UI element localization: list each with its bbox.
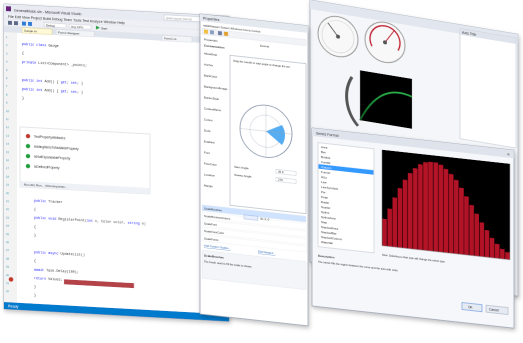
- test-results-panel: TestPropertyAttributesAddingItemsToNulla…: [19, 126, 151, 195]
- code-line: }: [34, 285, 36, 290]
- area-band: [484, 229, 490, 258]
- back-icon[interactable]: [8, 20, 12, 25]
- tab-form1-label: Form1.cs: [164, 36, 177, 41]
- area-band: [413, 168, 418, 250]
- area-band: [494, 243, 500, 259]
- start-angle-value: 35.0: [278, 170, 284, 175]
- area-band: [453, 179, 459, 255]
- screenshot-canvas: Axis Title GeneralMusic.sln - Microsoft …: [3, 0, 519, 329]
- save-icon[interactable]: [22, 21, 26, 26]
- sweep-angle-value: 270: [278, 178, 283, 183]
- chart-type-item[interactable]: Step: [321, 220, 327, 225]
- status-text: Ready: [8, 304, 19, 309]
- chart-type-item[interactable]: Line: [321, 180, 327, 185]
- chart-type-item[interactable]: HiLo: [321, 175, 327, 180]
- vs-logo-icon: [6, 6, 11, 12]
- area-band: [433, 162, 439, 252]
- chart-type-item[interactable]: Polar: [321, 195, 328, 200]
- code-line: {: [34, 259, 36, 264]
- events-icon[interactable]: [224, 31, 228, 37]
- ide-window: GeneralMusic.sln - Microsoft Visual Stud…: [3, 3, 230, 322]
- chart-type-item[interactable]: Bar: [321, 150, 326, 155]
- gallery-property-panel: Axis Title: [459, 28, 517, 149]
- area-band: [438, 164, 444, 253]
- categorized-icon[interactable]: [204, 29, 208, 34]
- properties-icon[interactable]: [218, 30, 222, 36]
- code-line: {: [34, 224, 36, 229]
- config-label: Debug: [46, 23, 55, 28]
- dialog-close-icon[interactable]: ✕: [507, 152, 510, 156]
- area-band: [459, 187, 464, 255]
- area-band: [474, 213, 479, 257]
- code-line: }: [34, 233, 36, 238]
- forward-icon[interactable]: [14, 21, 18, 26]
- series-format-dialog: Series Format ✕ AreaBarBubbleCandleColum…: [311, 127, 515, 329]
- area-band: [428, 161, 433, 252]
- chart-type-item[interactable]: Area: [321, 145, 328, 150]
- save-all-icon[interactable]: [28, 21, 32, 27]
- code-line: {: [22, 51, 24, 56]
- tab-gauge-label: Gauge.cs: [24, 29, 37, 34]
- area-band: [402, 179, 408, 249]
- alphabetical-icon[interactable]: [210, 30, 214, 35]
- area-band: [407, 172, 413, 250]
- platform-label: Any CPU: [71, 24, 83, 29]
- property-name[interactable]: Font: [204, 150, 210, 155]
- area-band: [505, 252, 510, 260]
- chart-area: [381, 149, 510, 261]
- properties-window: Properties radialGauge1 System.Windows.F…: [199, 13, 309, 327]
- area-band: [382, 218, 387, 247]
- code-line: }: [34, 293, 36, 298]
- angle-editor-popup: Drag the needle or start angle to change…: [229, 54, 307, 214]
- code-line: {: [34, 207, 36, 212]
- area-band: [392, 197, 398, 248]
- area-band: [479, 222, 485, 257]
- property-name[interactable]: Dock: [204, 128, 211, 133]
- start-label[interactable]: Start: [101, 26, 107, 30]
- area-band: [448, 173, 454, 254]
- chart-type-item[interactable]: Pie: [321, 190, 326, 194]
- code-line: }: [22, 96, 24, 101]
